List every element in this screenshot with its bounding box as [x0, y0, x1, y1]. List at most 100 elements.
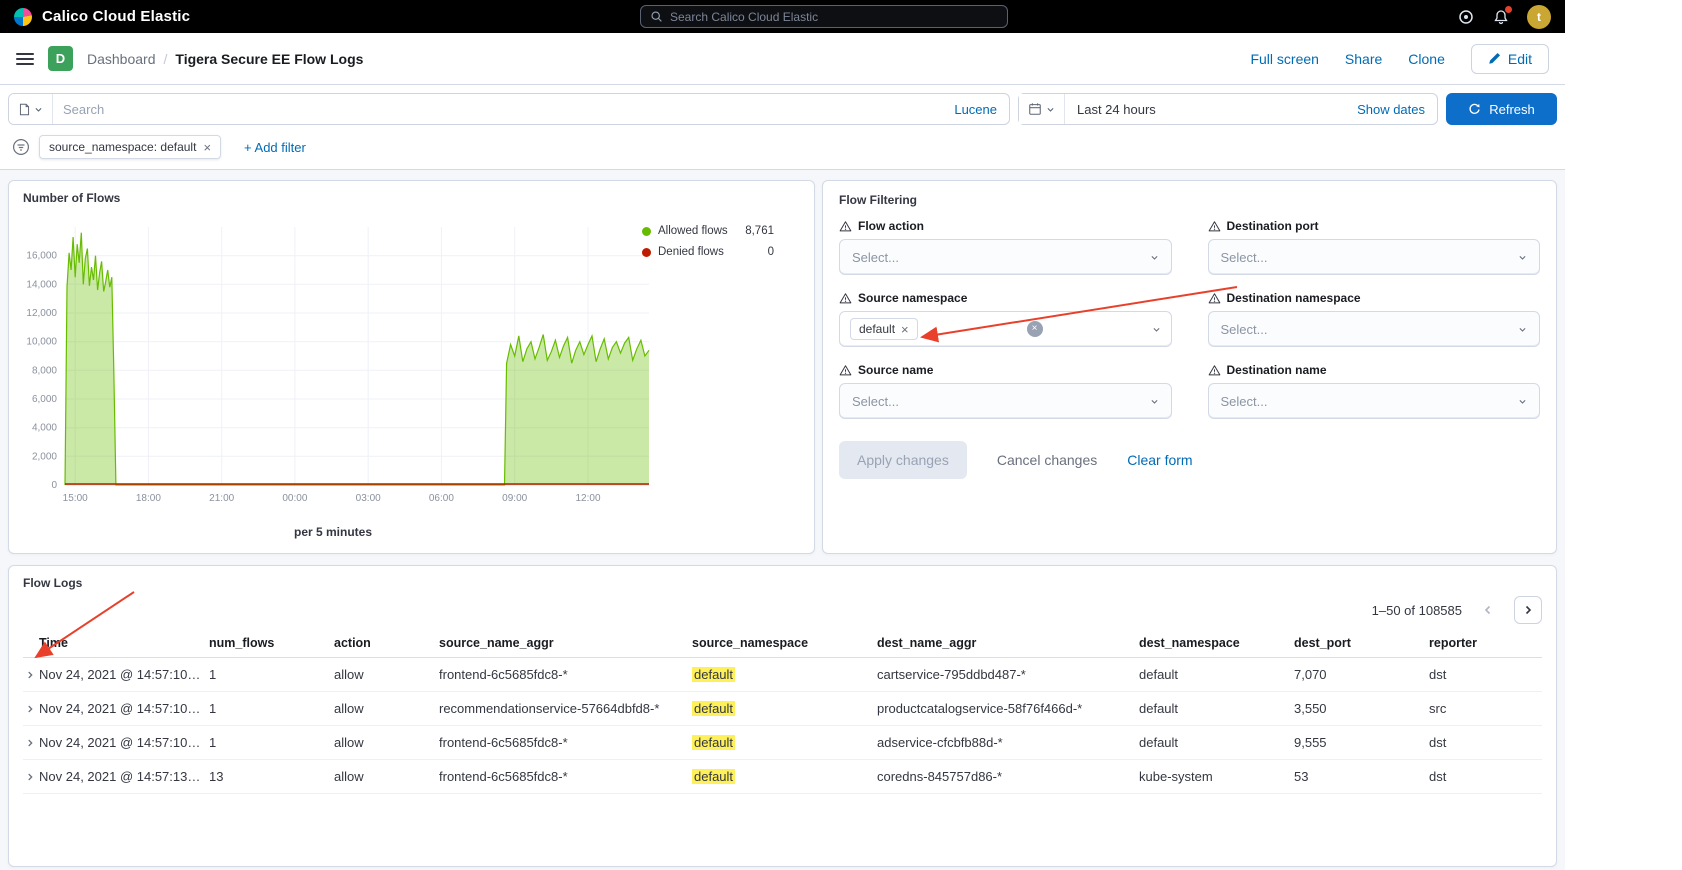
column-header[interactable]: Time	[39, 636, 209, 650]
svg-text:16,000: 16,000	[26, 251, 57, 262]
edit-button[interactable]: Edit	[1471, 44, 1549, 74]
query-input-group: Lucene	[8, 93, 1010, 125]
remove-filter-icon[interactable]: ×	[203, 141, 211, 154]
cell-dest-namespace: kube-system	[1139, 769, 1294, 784]
query-input[interactable]	[53, 102, 942, 117]
column-header[interactable]: source_namespace	[692, 636, 877, 650]
table-row: Nov 24, 2021 @ 14:57:10.000 1 allow fron…	[23, 658, 1542, 692]
clear-form-button[interactable]: Clear form	[1127, 452, 1192, 468]
form-buttons: Apply changes Cancel changes Clear form	[839, 441, 1540, 479]
svg-text:00:00: 00:00	[282, 493, 307, 504]
column-header[interactable]: reporter	[1429, 636, 1542, 650]
add-filter-link[interactable]: + Add filter	[244, 140, 306, 155]
share-link[interactable]: Share	[1345, 51, 1382, 67]
date-picker: Last 24 hours Show dates	[1018, 93, 1438, 125]
cell-source-namespace: default	[692, 769, 877, 784]
warning-icon	[1208, 292, 1221, 305]
full-screen-link[interactable]: Full screen	[1250, 51, 1318, 67]
legend-dot-red	[642, 248, 651, 257]
cell-reporter: dst	[1429, 735, 1542, 750]
breadcrumb-bar: D Dashboard / Tigera Secure EE Flow Logs…	[0, 33, 1565, 85]
field-flow-action: Flow action Select...	[839, 219, 1172, 275]
destination-namespace-select[interactable]: Select...	[1208, 311, 1541, 347]
time-range-label[interactable]: Last 24 hours	[1065, 102, 1345, 117]
svg-text:4,000: 4,000	[32, 423, 57, 434]
expand-row-chevron[interactable]	[23, 736, 37, 750]
cell-dest-port: 7,070	[1294, 667, 1429, 682]
column-header[interactable]: dest_name_aggr	[877, 636, 1139, 650]
svg-text:15:00: 15:00	[63, 493, 88, 504]
query-language-toggle[interactable]: Lucene	[942, 102, 1009, 117]
panel-title: Flow Logs	[23, 576, 1542, 590]
svg-text:03:00: 03:00	[356, 493, 381, 504]
flow-action-select[interactable]: Select...	[839, 239, 1172, 275]
refresh-button[interactable]: Refresh	[1446, 93, 1557, 125]
breadcrumb-dashboard-link[interactable]: Dashboard	[87, 51, 156, 67]
chevron-right-icon	[1522, 604, 1534, 616]
user-avatar[interactable]: t	[1527, 5, 1551, 29]
source-namespace-combobox[interactable]: default × ×	[839, 311, 1172, 347]
column-header[interactable]: dest_port	[1294, 636, 1429, 650]
saved-query-menu-button[interactable]	[9, 94, 53, 124]
global-search-input[interactable]	[670, 10, 998, 24]
expand-row-chevron[interactable]	[23, 770, 37, 784]
chevron-down-icon	[1518, 325, 1527, 334]
column-header[interactable]: action	[334, 636, 439, 650]
expand-row-chevron[interactable]	[23, 668, 37, 682]
chevron-down-icon	[1046, 105, 1055, 114]
cell-time: Nov 24, 2021 @ 14:57:10.000	[39, 735, 209, 750]
cell-reporter: dst	[1429, 667, 1542, 682]
global-search[interactable]	[640, 5, 1008, 28]
clone-link[interactable]: Clone	[1408, 51, 1445, 67]
source-name-select[interactable]: Select...	[839, 383, 1172, 419]
legend-value: 8,761	[745, 225, 774, 237]
legend-item-denied-flows[interactable]: Denied flows 0	[642, 246, 774, 258]
cell-dest-name-aggr: productcatalogservice-58f76f466d-*	[877, 701, 1139, 716]
warning-icon	[839, 220, 852, 233]
number-of-flows-panel: Number of Flows Allowed flows 8,761 Deni…	[8, 180, 815, 554]
destination-name-select[interactable]: Select...	[1208, 383, 1541, 419]
field-destination-name: Destination name Select...	[1208, 363, 1541, 419]
pagination-label: 1–50 of 108585	[1372, 603, 1462, 618]
clear-selection-button[interactable]: ×	[1027, 321, 1043, 337]
expand-row-chevron[interactable]	[23, 702, 37, 716]
cell-source-name-aggr: recommendationservice-57664dbfd8-*	[439, 701, 692, 716]
date-quick-menu-button[interactable]	[1019, 94, 1065, 124]
search-icon	[650, 10, 663, 23]
breadcrumb: Dashboard / Tigera Secure EE Flow Logs	[87, 51, 363, 67]
cancel-changes-button[interactable]: Cancel changes	[997, 452, 1097, 468]
pagination-prev-button[interactable]	[1478, 600, 1498, 620]
show-dates-button[interactable]: Show dates	[1345, 102, 1437, 117]
cell-dest-name-aggr: cartservice-795ddbd487-*	[877, 667, 1139, 682]
column-header[interactable]: source_name_aggr	[439, 636, 692, 650]
apply-changes-button[interactable]: Apply changes	[839, 441, 967, 479]
column-header[interactable]: dest_namespace	[1139, 636, 1294, 650]
svg-text:2,000: 2,000	[32, 451, 57, 462]
x-axis-title: per 5 minutes	[9, 525, 657, 539]
dashboard-app-badge[interactable]: D	[48, 46, 73, 71]
cell-num-flows: 13	[209, 769, 334, 784]
alerts-bell-icon[interactable]	[1492, 8, 1510, 26]
remove-value-icon[interactable]: ×	[901, 323, 909, 336]
svg-text:0: 0	[51, 480, 57, 491]
legend-item-allowed-flows[interactable]: Allowed flows 8,761	[642, 225, 774, 237]
pagination-next-button[interactable]	[1514, 596, 1542, 624]
deployment-icon[interactable]	[1457, 8, 1475, 26]
column-header[interactable]: num_flows	[209, 636, 334, 650]
destination-port-select[interactable]: Select...	[1208, 239, 1541, 275]
legend-dot-green	[642, 227, 651, 236]
cell-num-flows: 1	[209, 667, 334, 682]
svg-text:12,000: 12,000	[26, 308, 57, 319]
cell-time: Nov 24, 2021 @ 14:57:10.000	[39, 701, 209, 716]
breadcrumb-separator: /	[164, 51, 168, 67]
svg-text:09:00: 09:00	[502, 493, 527, 504]
elastic-logo[interactable]	[14, 8, 32, 26]
filter-pill-source-namespace[interactable]: source_namespace: default ×	[39, 135, 221, 159]
filter-settings-icon[interactable]	[12, 138, 30, 156]
svg-text:06:00: 06:00	[429, 493, 454, 504]
menu-icon[interactable]	[16, 53, 34, 65]
query-bar: Lucene Last 24 hours Show dates Refresh	[0, 85, 1565, 133]
cell-source-namespace: default	[692, 701, 877, 716]
selected-value-pill[interactable]: default ×	[850, 318, 918, 340]
cell-source-name-aggr: frontend-6c5685fdc8-*	[439, 735, 692, 750]
